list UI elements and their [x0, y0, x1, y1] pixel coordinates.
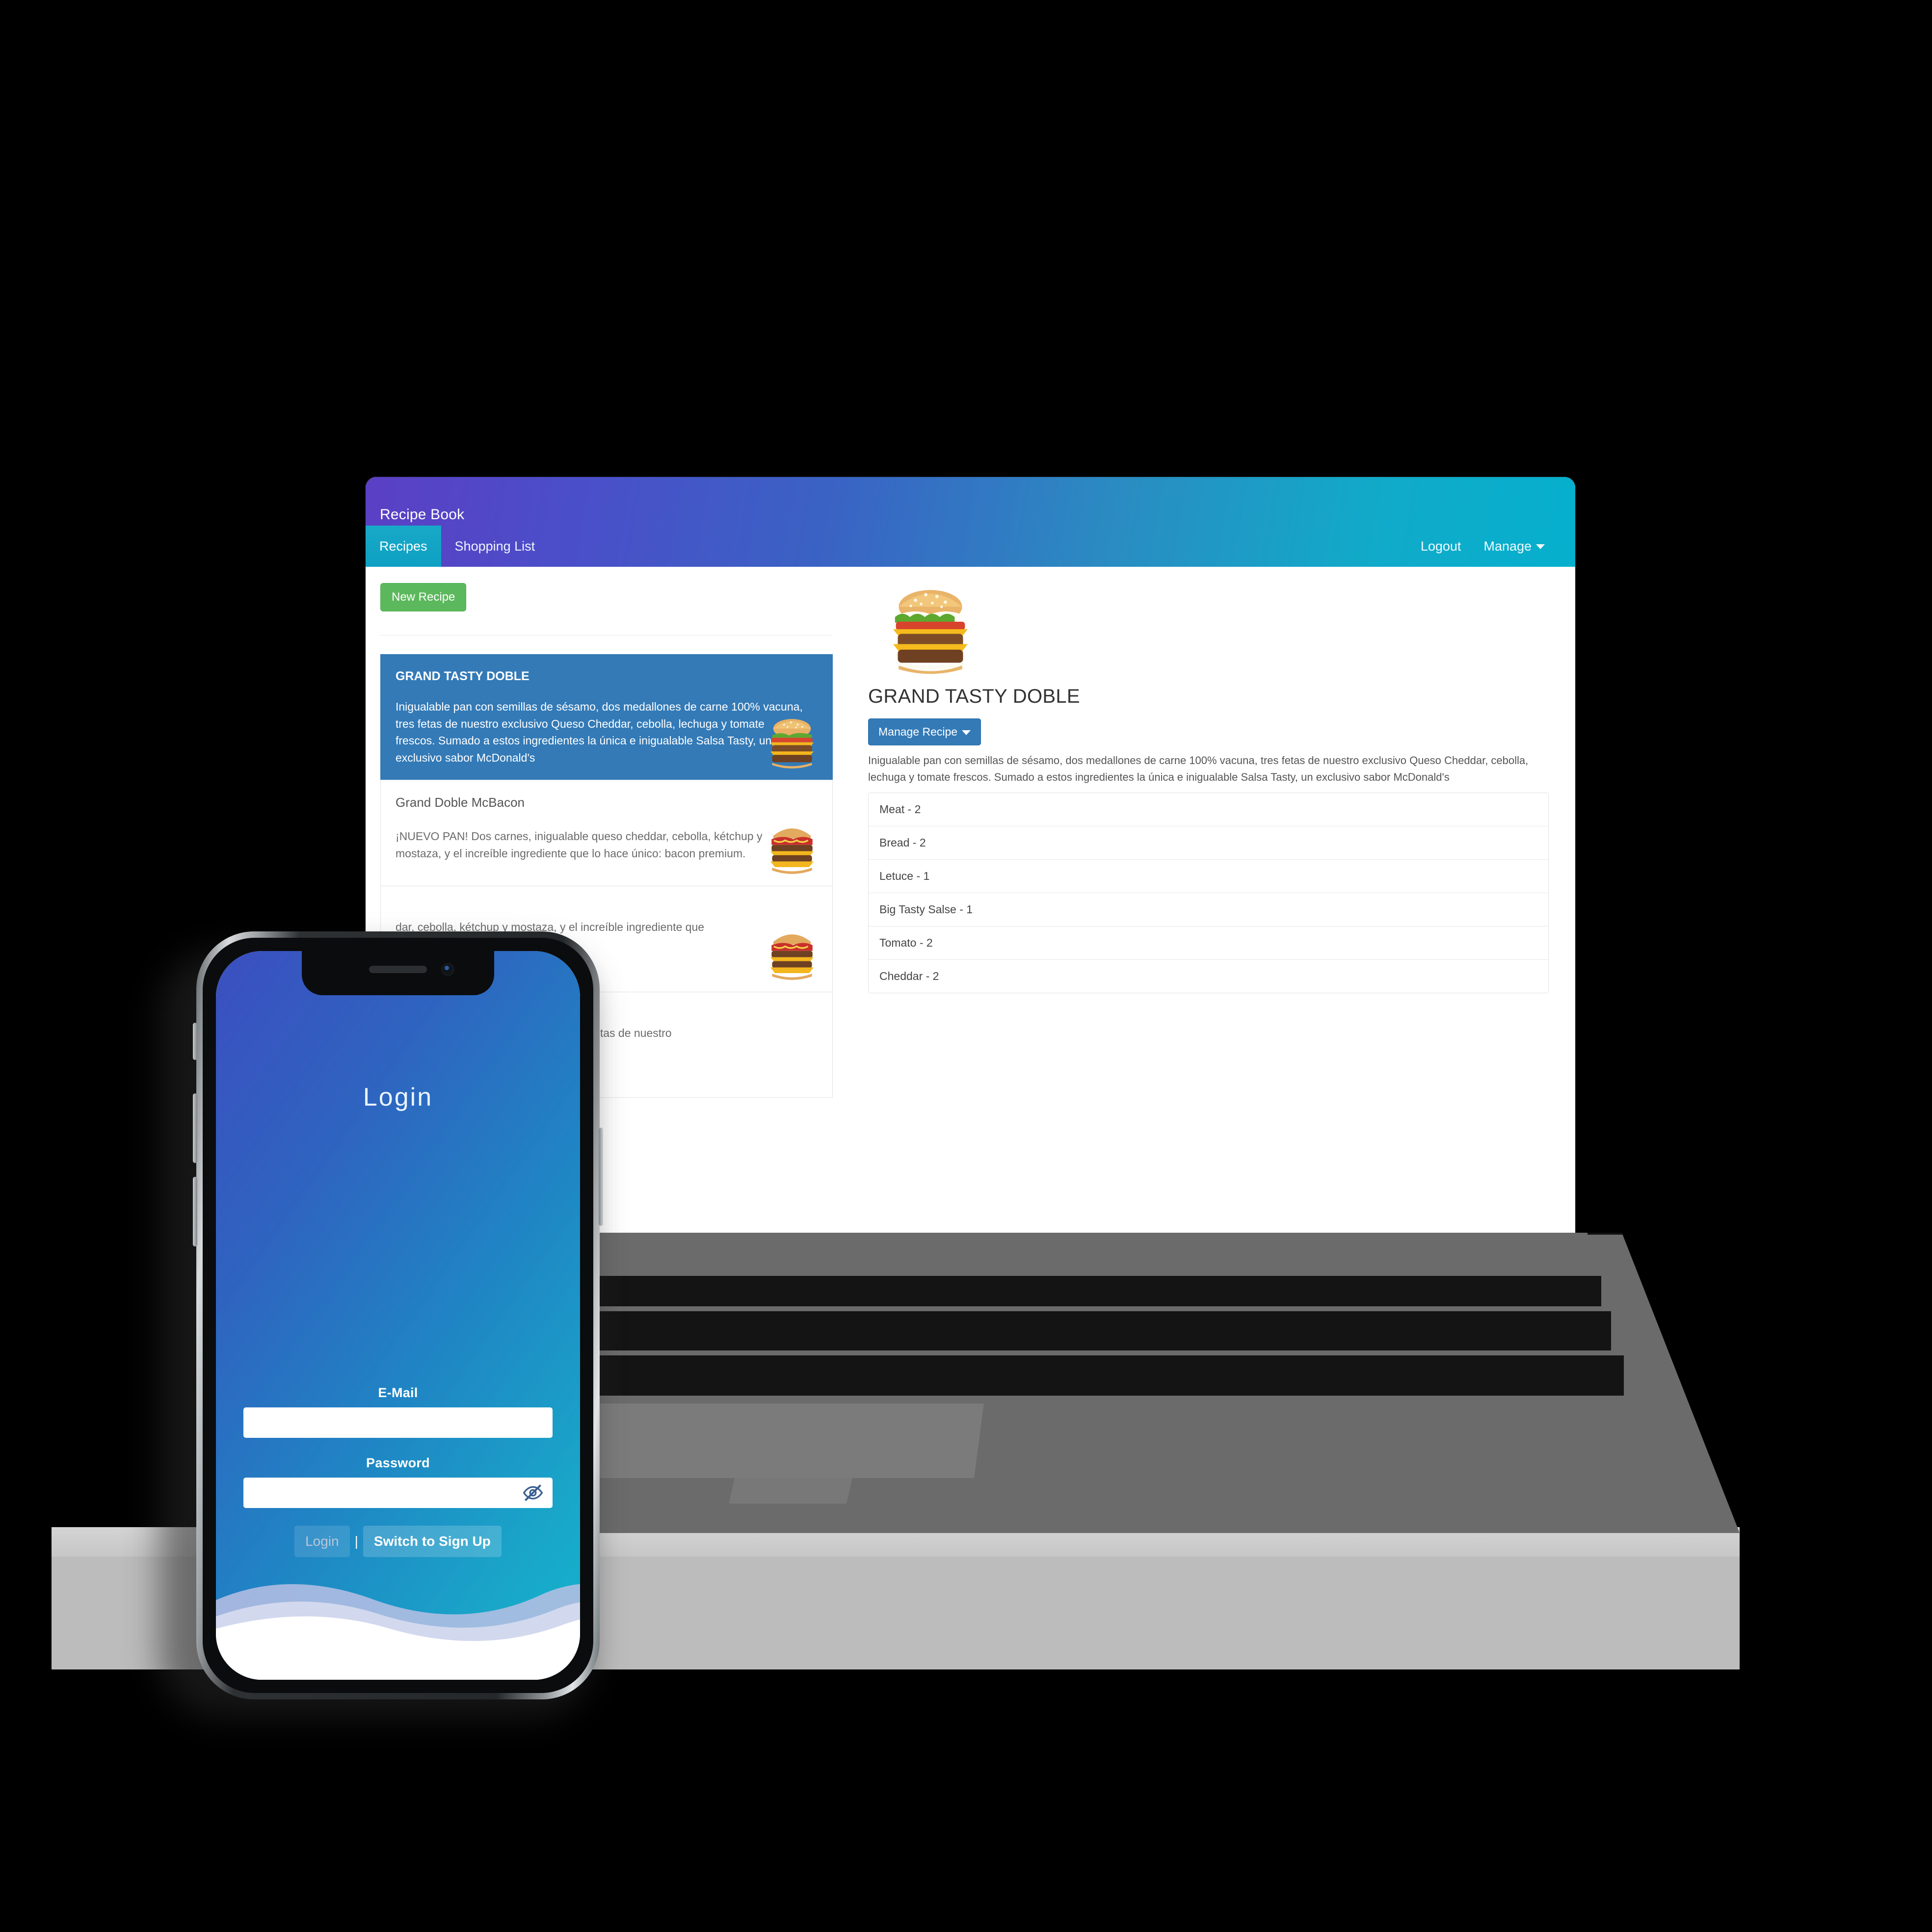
chevron-down-icon — [962, 730, 971, 735]
burger-double-cheese-icon — [770, 719, 814, 769]
ingredient-item[interactable]: Big Tasty Salse - 1 — [869, 893, 1548, 927]
login-title: Login — [363, 1083, 433, 1112]
manage-dropdown[interactable]: Manage — [1483, 539, 1545, 554]
laptop-front-lip — [729, 1478, 852, 1504]
keyboard-row-1 — [572, 1276, 1601, 1306]
logout-link[interactable]: Logout — [1421, 539, 1461, 554]
keyboard-row-3 — [581, 1355, 1624, 1396]
phone-notch — [302, 951, 494, 995]
phone-volume-down-button[interactable] — [193, 1177, 197, 1246]
email-label: E-Mail — [378, 1385, 418, 1400]
ingredient-item[interactable]: Meat - 2 — [869, 793, 1548, 827]
tab-shopping-list[interactable]: Shopping List — [441, 526, 549, 567]
detail-title: GRAND TASTY DOBLE — [868, 686, 1080, 707]
recipe-description: Inigualable pan con semillas de sésamo, … — [396, 700, 803, 764]
ingredient-item[interactable]: Tomato - 2 — [869, 926, 1548, 960]
front-camera-icon — [441, 963, 454, 976]
recipe-name: GRAND TASTY DOBLE — [396, 669, 529, 683]
phone-power-button[interactable] — [599, 1128, 603, 1226]
app-navbar: Recipe Book Recipes Shopping List Logout… — [366, 477, 1575, 567]
laptop-hinge — [1588, 1233, 1623, 1235]
login-form: E-Mail Password Login | Switch to Sign U… — [243, 1385, 553, 1557]
ingredient-item[interactable]: Cheddar - 2 — [869, 960, 1548, 993]
action-separator: | — [354, 1534, 358, 1549]
recipe-list-item-1[interactable]: Grand Doble McBacon ¡NUEVO PAN! Dos carn… — [380, 780, 833, 886]
ingredient-item[interactable]: Bread - 2 — [869, 826, 1548, 860]
ingredients-list: Meat - 2 Bread - 2 Letuce - 1 Big Tasty … — [868, 793, 1549, 994]
navbar-row: Recipes Shopping List Logout Manage — [366, 526, 1575, 567]
password-label: Password — [366, 1456, 430, 1470]
phone-silent-switch[interactable] — [193, 1023, 197, 1060]
wave-decoration — [216, 1584, 580, 1680]
email-field[interactable] — [243, 1407, 553, 1438]
recipe-detail-column: GRAND TASTY DOBLE Manage Recipe Iniguala… — [847, 567, 1575, 1233]
chevron-down-icon — [1536, 544, 1545, 550]
laptop-base — [52, 1233, 1740, 1669]
manage-label: Manage — [1483, 538, 1532, 554]
recipe-name: Grand Doble McBacon — [396, 795, 525, 810]
phone-frame: Login E-Mail Password Login | Switch to … — [193, 931, 603, 1699]
recipe-list-item-0[interactable]: GRAND TASTY DOBLE Inigualable pan con se… — [380, 654, 833, 780]
burger-double-cheese-image — [893, 590, 968, 674]
laptop-trackpad — [582, 1403, 984, 1478]
login-button[interactable]: Login — [294, 1526, 350, 1557]
earpiece-speaker-icon — [369, 966, 427, 973]
switch-to-signup-button[interactable]: Switch to Sign Up — [363, 1526, 502, 1557]
phone-volume-up-button[interactable] — [193, 1093, 197, 1163]
logout-label: Logout — [1420, 538, 1461, 554]
tab-recipes[interactable]: Recipes — [366, 526, 441, 567]
phone-device: Login E-Mail Password Login | Switch to … — [159, 931, 603, 1717]
burger-bacon-icon — [770, 934, 814, 980]
app-brand: Recipe Book — [380, 506, 465, 523]
password-field[interactable] — [243, 1478, 553, 1508]
laptop-deck — [552, 1233, 1740, 1533]
new-recipe-button[interactable]: New Recipe — [380, 583, 467, 611]
manage-recipe-button[interactable]: Manage Recipe — [868, 718, 981, 745]
tab-recipes-label: Recipes — [379, 538, 427, 554]
manage-recipe-label: Manage Recipe — [878, 725, 958, 738]
login-actions: Login | Switch to Sign Up — [243, 1526, 553, 1557]
login-screen: Login E-Mail Password Login | Switch to … — [216, 951, 580, 1680]
ingredient-item[interactable]: Letuce - 1 — [869, 860, 1548, 894]
phone-screen: Login E-Mail Password Login | Switch to … — [216, 951, 580, 1680]
detail-description: Inigualable pan con semillas de sésamo, … — [868, 754, 1529, 784]
burger-bacon-icon — [770, 828, 814, 874]
tab-shopping-list-label: Shopping List — [454, 538, 535, 554]
navbar-right-links: Logout Manage — [1421, 526, 1575, 567]
eye-off-icon[interactable] — [522, 1482, 544, 1504]
keyboard-row-2 — [576, 1311, 1611, 1350]
phone-bezel: Login E-Mail Password Login | Switch to … — [203, 938, 593, 1693]
recipe-description: ¡NUEVO PAN! Dos carnes, inigualable ques… — [396, 830, 763, 860]
